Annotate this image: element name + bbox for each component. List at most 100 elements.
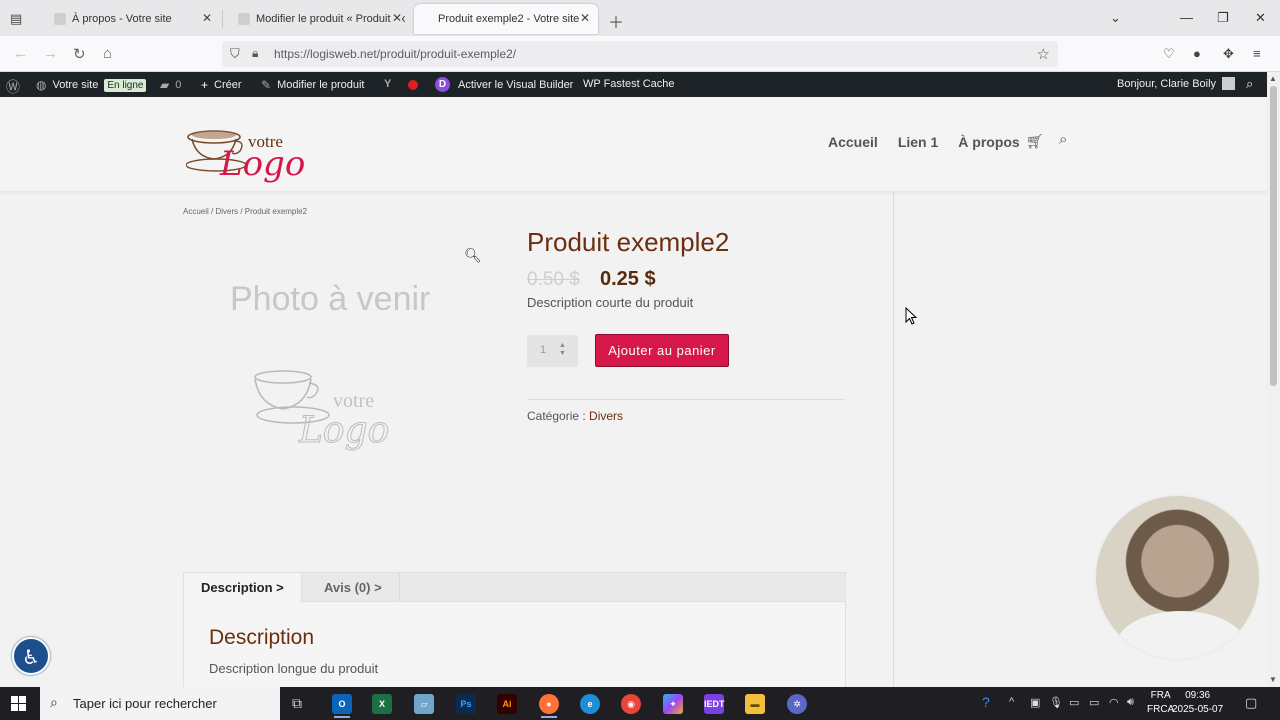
forward-icon[interactable]: →: [43, 45, 58, 62]
account-icon[interactable]: ●: [1193, 46, 1201, 61]
wordpress-logo-icon[interactable]: Ⓦ: [6, 77, 20, 97]
tab-modifier-produit[interactable]: Modifier le produit « Produit ex ✕: [224, 4, 410, 34]
create-link[interactable]: + Créer: [201, 78, 242, 92]
tab-a-propos[interactable]: À propos - Votre site ✕: [40, 4, 220, 34]
shield-icon[interactable]: ⛉: [230, 46, 240, 62]
close-window-icon[interactable]: ✕: [1255, 10, 1266, 26]
firefox-icon[interactable]: ●: [539, 694, 559, 714]
bookmark-star-icon[interactable]: ☆: [1037, 45, 1050, 63]
windows-start-icon[interactable]: [11, 696, 26, 711]
tab-description[interactable]: Description >: [184, 573, 302, 603]
category-link[interactable]: Divers: [589, 409, 623, 423]
chevron-up-icon[interactable]: ^: [1009, 696, 1014, 708]
close-tab-icon[interactable]: ✕: [391, 11, 402, 25]
product-image[interactable]: votre Logo: [183, 237, 493, 487]
visual-builder-link[interactable]: D Activer le Visual Builder: [435, 77, 573, 92]
copilot-icon[interactable]: ✦: [663, 694, 683, 714]
description-heading: Description: [209, 626, 315, 649]
breadcrumb[interactable]: Accueil / Divers / Produit exemple2: [183, 207, 307, 216]
edge-icon[interactable]: e: [580, 694, 600, 714]
chrome-icon[interactable]: ◉: [621, 694, 641, 714]
active-indicator: [541, 716, 557, 718]
taskbar-search[interactable]: ⌕ Taper ici pour rechercher: [40, 687, 280, 720]
url-text[interactable]: https://logisweb.net/produit/produit-exe…: [274, 47, 516, 61]
task-view-icon[interactable]: ⧉: [292, 695, 302, 712]
category-label: Catégorie :: [527, 409, 590, 423]
short-description: Description courte du produit: [527, 295, 694, 310]
tab-produit-exemple2[interactable]: Produit exemple2 - Votre site ✕: [414, 4, 598, 34]
restore-icon[interactable]: ❐: [1217, 10, 1229, 26]
cart-icon[interactable]: 🛒︎: [1026, 133, 1044, 150]
clock-date: 2025-05-07: [1172, 704, 1224, 715]
iedt-icon[interactable]: IEDT: [704, 694, 725, 714]
active-indicator: [334, 716, 350, 718]
site-logo[interactable]: votre Logo: [185, 105, 322, 185]
add-to-cart-button[interactable]: Ajouter au panier: [595, 334, 729, 367]
site-header: votre Logo Accueil Lien 1 À propos 🛒︎ ⌕: [0, 97, 1267, 191]
microphone-icon[interactable]: 🎙︎: [1049, 696, 1063, 709]
battery-icon[interactable]: ▭: [1089, 696, 1099, 709]
nav-accueil[interactable]: Accueil: [828, 134, 878, 150]
outlook-icon[interactable]: O: [332, 694, 352, 714]
placeholder-logo-top: votre: [333, 390, 374, 412]
accessibility-icon[interactable]: ♿︎: [12, 637, 50, 675]
tab-separator: [222, 10, 223, 28]
minimize-icon[interactable]: —: [1180, 10, 1193, 25]
new-tab-icon[interactable]: ＋: [608, 9, 624, 33]
notes-app-icon[interactable]: ▱: [414, 694, 434, 714]
scroll-up-icon[interactable]: ▲: [1269, 74, 1277, 83]
chevron-down-icon[interactable]: ⌄: [1110, 10, 1121, 26]
pocket-icon[interactable]: ♡: [1163, 46, 1175, 62]
lock-icon[interactable]: 🔒︎: [252, 46, 258, 61]
nav-a-propos[interactable]: À propos: [958, 134, 1019, 150]
wifi-icon[interactable]: ◠: [1109, 696, 1119, 709]
excel-icon[interactable]: X: [372, 694, 392, 714]
extensions-icon[interactable]: ✥: [1223, 46, 1234, 62]
menu-icon[interactable]: ≡: [1253, 46, 1261, 61]
fastest-cache-link[interactable]: WP Fastest Cache: [583, 78, 675, 90]
edit-product-link[interactable]: ✎ Modifier le produit: [261, 78, 365, 92]
notifications-icon[interactable]: ▢: [1245, 695, 1257, 711]
nav-lien-1[interactable]: Lien 1: [898, 134, 938, 150]
taskbar-clock[interactable]: 09:36 2025-05-07: [1172, 689, 1223, 717]
address-bar[interactable]: ⛉ 🔒︎ https://logisweb.net/produit/produi…: [222, 41, 1058, 67]
sale-price: 0.25 $: [600, 268, 656, 290]
page-scrollbar[interactable]: ▲ ▼: [1267, 72, 1280, 687]
stepper-arrows-icon[interactable]: ▲ ▼: [559, 342, 566, 358]
settings-app-icon[interactable]: ✲: [787, 694, 807, 714]
language-indicator[interactable]: FRA FRCA: [1147, 689, 1174, 717]
display-icon[interactable]: ▭: [1069, 696, 1079, 709]
close-tab-icon[interactable]: ✕: [202, 11, 212, 25]
admin-site-link[interactable]: ◍ Votre site En ligne: [36, 78, 147, 92]
scroll-down-icon[interactable]: ▼: [1269, 675, 1277, 684]
yoast-icon[interactable]: Y: [384, 78, 391, 90]
image-placeholder-text: Photo à venir: [230, 280, 431, 318]
file-explorer-icon[interactable]: ▬: [745, 694, 765, 714]
windows-taskbar: ⌕ Taper ici pour rechercher ⧉ O X ▱ Ps A…: [0, 687, 1280, 720]
tray-app-icon[interactable]: ▣: [1030, 696, 1040, 709]
scroll-thumb[interactable]: [1270, 86, 1277, 386]
tab-list-icon[interactable]: ▤: [10, 11, 22, 27]
browser-tab-bar: ▤ À propos - Votre site ✕ Modifier le pr…: [0, 0, 1280, 36]
search-icon[interactable]: ⌕: [1059, 131, 1067, 148]
reload-icon[interactable]: ↻: [73, 45, 86, 63]
seo-status-dot[interactable]: [408, 80, 418, 90]
photoshop-icon[interactable]: Ps: [456, 694, 476, 714]
illustrator-icon[interactable]: Ai: [497, 694, 517, 714]
close-tab-icon[interactable]: ✕: [580, 11, 590, 25]
zoom-icon[interactable]: 🔍︎: [464, 247, 482, 264]
comments-link[interactable]: ▰ 0: [160, 78, 181, 92]
admin-search-icon[interactable]: ⌕: [1246, 76, 1253, 92]
user-account-link[interactable]: Bonjour, Clarie Boily: [1117, 77, 1236, 90]
home-icon[interactable]: ⌂: [103, 45, 112, 62]
volume-icon[interactable]: 🔊︎: [1127, 696, 1134, 709]
quantity-stepper[interactable]: 1 ▲ ▼: [527, 335, 578, 367]
quantity-value[interactable]: 1: [540, 344, 546, 356]
help-icon[interactable]: ?: [982, 694, 990, 710]
divider: [527, 399, 845, 400]
tab-reviews[interactable]: Avis (0) >: [307, 573, 400, 602]
create-label: Créer: [214, 79, 242, 91]
favicon-icon: [238, 13, 250, 25]
long-description: Description longue du produit: [209, 661, 379, 676]
back-icon[interactable]: ←: [13, 45, 28, 62]
